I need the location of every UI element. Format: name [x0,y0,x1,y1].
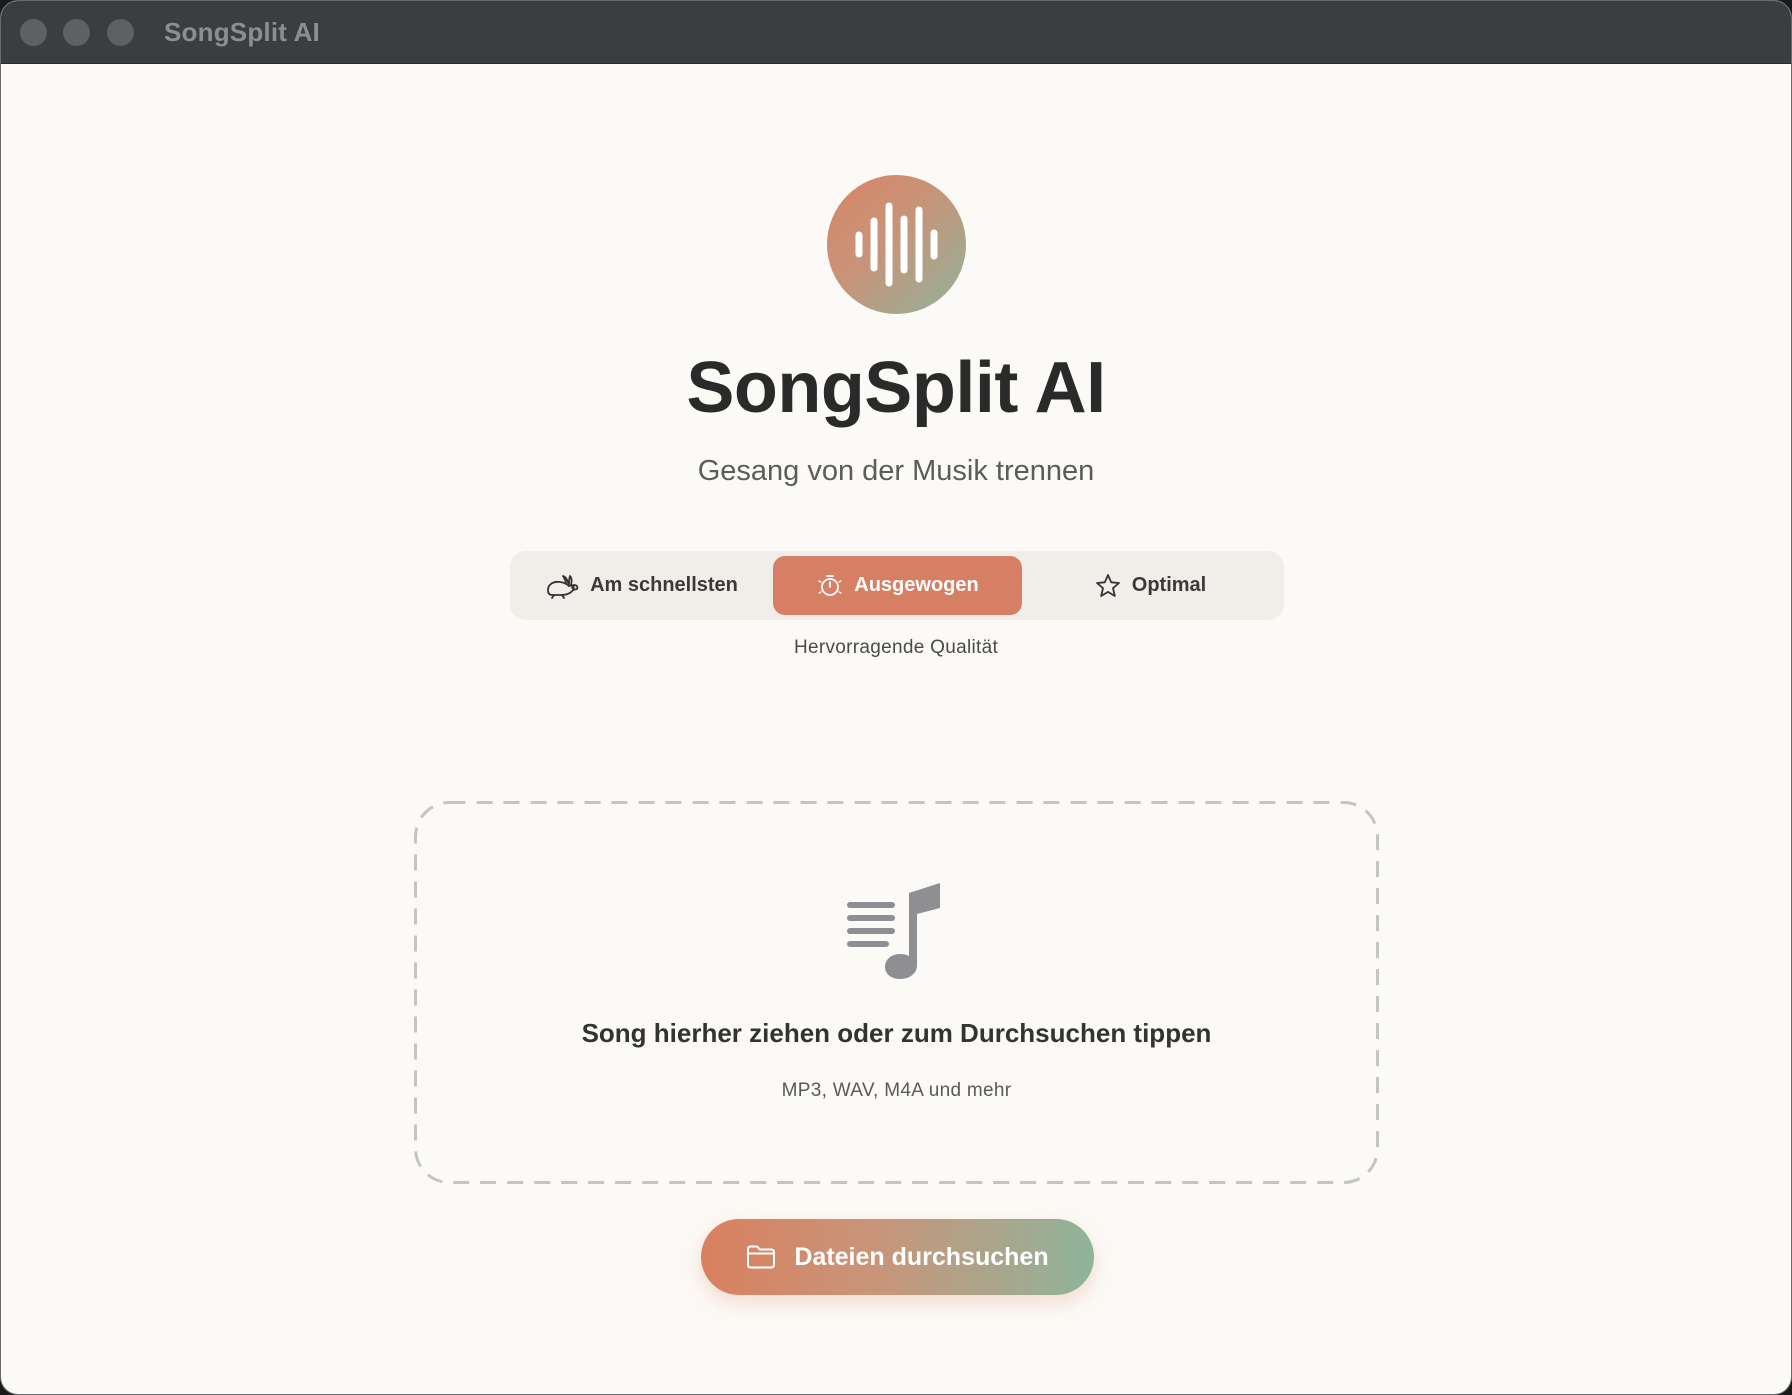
waveform-icon [855,202,938,287]
quality-option-label: Optimal [1131,574,1207,596]
quality-option-fastest[interactable]: Am schnellsten [530,556,752,615]
zoom-window-button[interactable] [107,19,134,46]
app-logo [827,175,966,314]
star-icon [1095,573,1120,597]
quality-selector: Am schnellsten Ausgewogen Optimal [510,551,1284,620]
app-window: SongSplit AI SongSplit AI Gesang von der… [0,0,1792,1395]
quality-option-optimal[interactable]: Optimal [1040,556,1260,615]
minimize-window-button[interactable] [63,19,90,46]
browse-files-label: Dateien durchsuchen [794,1242,1049,1271]
quality-caption: Hervorragende Qualität [793,637,999,658]
dropzone-title: Song hierher ziehen oder zum Durchsuchen… [581,1018,1212,1048]
dropzone-border [414,801,1379,1184]
close-window-button[interactable] [20,19,47,46]
folder-icon [747,1245,776,1269]
dropzone-formats: MP3, WAV, M4A und mehr [781,1080,1012,1101]
quality-option-label: Ausgewogen [854,574,979,596]
window-title: SongSplit AI [164,17,320,47]
timer-icon [818,574,842,596]
rabbit-icon [547,574,579,599]
quality-option-label: Am schnellsten [590,574,738,596]
music-list-icon [847,883,940,979]
browse-files-button[interactable]: Dateien durchsuchen [701,1219,1094,1295]
app-subtitle: Gesang von der Musik trennen [697,455,1095,487]
title-bar: SongSplit AI [1,1,1791,64]
app-title: SongSplit AI [686,348,1106,428]
quality-option-balanced[interactable]: Ausgewogen [773,556,1022,615]
main-content: SongSplit AI Gesang von der Musik trenne… [1,64,1791,1394]
file-dropzone[interactable]: Song hierher ziehen oder zum Durchsuchen… [414,801,1379,1184]
